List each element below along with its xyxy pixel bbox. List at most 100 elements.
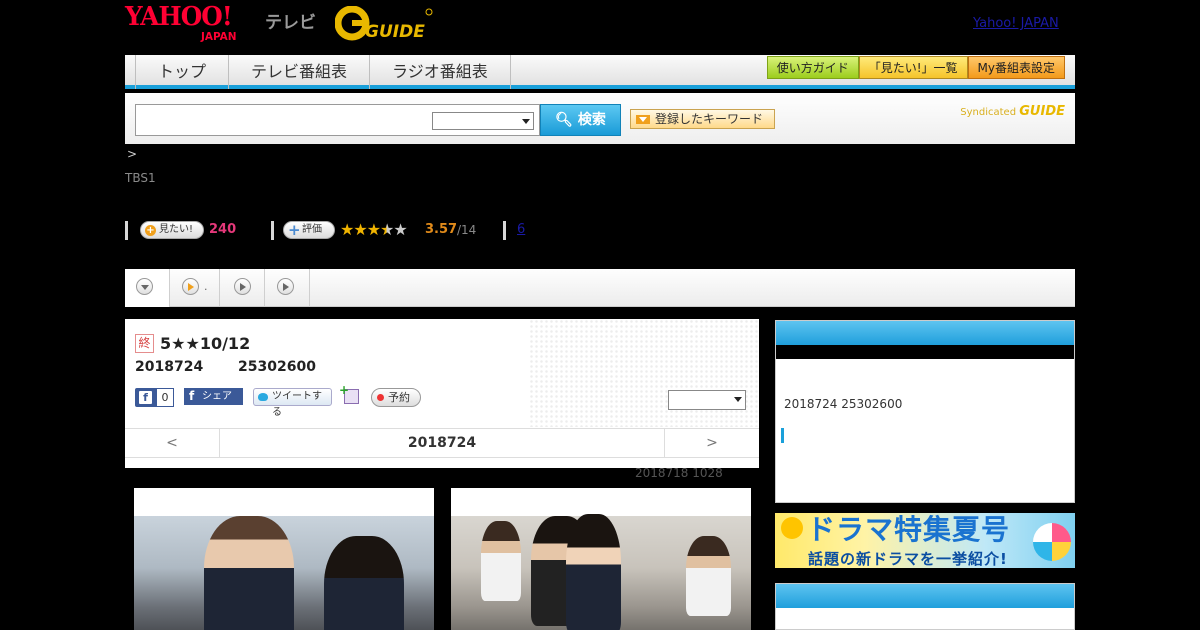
prev-date-button[interactable]: < — [125, 429, 220, 458]
photo-scene — [134, 516, 434, 630]
tweet-button[interactable]: ツイートする — [253, 388, 332, 418]
current-date: 2018724 — [407, 435, 477, 451]
facebook-like-count: 0 — [156, 388, 174, 407]
tweet-label: ツイートする — [272, 391, 322, 418]
plus-icon: + — [288, 221, 301, 239]
rate-button[interactable]: + 評価 — [283, 221, 335, 239]
gguide-logo-icon: GUIDE — [334, 5, 433, 42]
play-icon — [234, 278, 251, 295]
mitai-button[interactable]: + 見たい! — [140, 221, 204, 239]
divider — [271, 221, 274, 240]
nav-tab-top[interactable]: トップ — [135, 55, 228, 89]
gguide-logo[interactable]: GUIDE — [334, 5, 435, 42]
registered-keywords-label: 登録したキーワード — [655, 112, 764, 126]
facebook-share-button[interactable]: f シェア — [184, 388, 243, 405]
photo-figure — [686, 536, 731, 616]
star-icon: ★ — [353, 220, 367, 239]
usage-guide-button[interactable]: 使い方ガイド — [766, 56, 859, 79]
registered-keywords-button[interactable]: 登録したキーワード — [630, 109, 775, 129]
rating-total: /14 — [457, 223, 477, 237]
chevron-down-icon — [136, 278, 153, 295]
facebook-like-button[interactable]: f 0 — [135, 388, 174, 407]
yahoo-japan-link[interactable]: Yahoo! JAPAN — [973, 16, 1059, 31]
tv-label: テレビ — [265, 13, 316, 33]
drama-special-banner[interactable]: ドラマ特集夏号 話題の新ドラマを一挙紹介! — [775, 513, 1075, 568]
end-badge: 終 — [135, 334, 154, 353]
play-icon — [277, 278, 294, 295]
play-tab-expand[interactable] — [125, 269, 170, 307]
divider — [125, 221, 128, 240]
photo-scene — [451, 514, 751, 630]
star-icon: ★ — [366, 220, 381, 239]
nav-tabs: トップ テレビ番組表 ラジオ番組表 — [135, 55, 511, 89]
play-tab-label: . — [204, 280, 208, 293]
photo-figure — [324, 536, 404, 630]
reserve-button[interactable]: 予約 — [371, 388, 421, 407]
nav-buttons: 使い方ガイド 「見たい!」一覧 My番組表設定 — [766, 56, 1065, 79]
facebook-share-label: シェア — [202, 391, 232, 402]
rating-score: 3.57 — [425, 222, 458, 237]
star-icon: ★ — [340, 220, 354, 239]
program-box: 終 5★★10/12 2018724 25302600 f 0 f シェア ツイ… — [125, 319, 759, 468]
search-category-select[interactable] — [432, 112, 534, 130]
sidebar-strip — [776, 345, 1074, 359]
updated-timestamp: 2018718 1028 — [635, 466, 723, 480]
play-tabs: . — [125, 269, 1075, 307]
mitai-list-button[interactable]: 「見たい!」一覧 — [858, 56, 968, 79]
beach-ball-icon — [1033, 523, 1071, 561]
program-date: 2018724 — [135, 359, 204, 375]
mitai-label: 見たい! — [159, 224, 194, 235]
photo-figure — [481, 521, 521, 601]
syndicated-label: Syndicated — [960, 107, 1017, 118]
rating-stars: ★★★★★ — [340, 220, 408, 239]
page: YAHOO! JAPAN テレビ GUIDE Yahoo! JAPAN トップ … — [0, 0, 1200, 630]
program-photo-2[interactable] — [451, 488, 751, 630]
nav-tab-tv-listings[interactable]: テレビ番組表 — [228, 55, 369, 89]
date-navigation: < 2018724 > — [125, 428, 759, 458]
reserve-label: 予約 — [388, 391, 410, 404]
plus-icon: + — [145, 225, 156, 236]
sidebar-panel-2 — [775, 583, 1075, 630]
search-button[interactable]: 🔍︎ 検索 — [540, 104, 621, 136]
sidebar-info: 2018724 25302600 — [784, 397, 903, 411]
search-icon: 🔍︎ — [555, 112, 573, 128]
half-star-icon: ★ — [380, 220, 394, 239]
my-listings-settings-button[interactable]: My番組表設定 — [967, 56, 1065, 79]
next-date-button[interactable]: > — [664, 429, 759, 458]
svg-text:GUIDE: GUIDE — [365, 22, 425, 42]
yahoo-japan-logo[interactable]: YAHOO! JAPAN — [125, 4, 237, 43]
program-time: 25302600 — [238, 359, 316, 375]
sidebar-panel: 2018724 25302600 — [775, 320, 1075, 503]
mitai-count: 240 — [209, 222, 237, 237]
rate-label: 評価 — [302, 224, 322, 235]
program-title: 5★★10/12 — [160, 334, 251, 353]
play-tab-1[interactable]: . — [170, 269, 220, 307]
twitter-bird-icon — [258, 393, 268, 401]
program-select[interactable] — [668, 390, 746, 410]
sidebar-marker — [781, 428, 784, 443]
star-empty-icon: ★ — [393, 220, 407, 239]
sidebar-header — [776, 584, 1074, 608]
banner-subtitle: 話題の新ドラマを一挙紹介! — [808, 550, 1008, 568]
main-nav: トップ テレビ番組表 ラジオ番組表 使い方ガイド 「見たい!」一覧 My番組表設… — [125, 55, 1075, 89]
divider — [503, 221, 506, 240]
play-tab-2[interactable] — [220, 269, 265, 307]
photo-figure — [566, 514, 621, 630]
reviews-link[interactable]: 6 — [517, 222, 525, 237]
decorative-dots — [529, 319, 759, 427]
syndicated-gguide-text: GUIDE — [1019, 104, 1065, 119]
nav-tab-radio-listings[interactable]: ラジオ番組表 — [369, 55, 511, 89]
program-photo-1[interactable] — [134, 488, 434, 630]
dropdown-arrow-icon — [636, 115, 650, 124]
photo-figure — [204, 516, 294, 630]
facebook-icon: f — [189, 389, 195, 403]
channel-name: TBS1 — [125, 171, 156, 185]
record-dot-icon — [377, 394, 384, 401]
sidebar-header — [776, 321, 1074, 345]
banner-title: ドラマ特集夏号 — [807, 513, 1011, 546]
add-calendar-icon[interactable] — [339, 383, 359, 404]
search-button-label: 検索 — [577, 112, 606, 128]
yahoo-logo-sub: JAPAN — [201, 30, 237, 43]
breadcrumb[interactable]: > — [127, 147, 137, 161]
play-tab-3[interactable] — [265, 269, 310, 307]
